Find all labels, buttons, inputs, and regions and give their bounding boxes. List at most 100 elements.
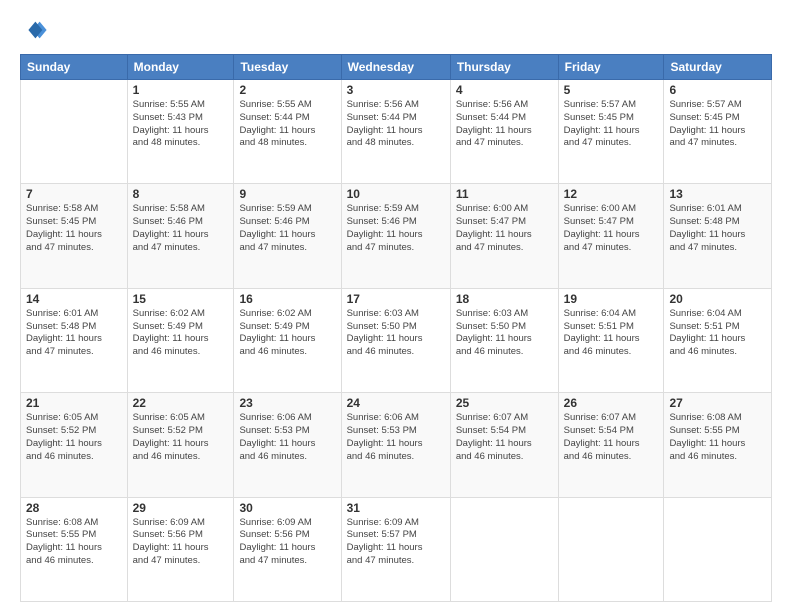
day-info: Sunrise: 5:57 AM Sunset: 5:45 PM Dayligh… — [669, 99, 766, 150]
day-info: Sunrise: 5:57 AM Sunset: 5:45 PM Dayligh… — [564, 99, 659, 150]
day-number: 25 — [456, 396, 553, 410]
calendar-week-row: 14 Sunrise: 6:01 AM Sunset: 5:48 PM Dayli… — [21, 288, 772, 392]
day-info: Sunrise: 6:06 AM Sunset: 5:53 PM Dayligh… — [347, 412, 445, 463]
day-info: Sunrise: 6:00 AM Sunset: 5:47 PM Dayligh… — [456, 203, 553, 254]
calendar-cell: 21 Sunrise: 6:05 AM Sunset: 5:52 PM Dayli… — [21, 393, 128, 497]
day-number: 22 — [133, 396, 229, 410]
day-number: 13 — [669, 187, 766, 201]
calendar-cell: 23 Sunrise: 6:06 AM Sunset: 5:53 PM Dayli… — [234, 393, 341, 497]
weekday-header-friday: Friday — [558, 55, 664, 80]
day-info: Sunrise: 6:02 AM Sunset: 5:49 PM Dayligh… — [133, 308, 229, 359]
calendar-cell: 18 Sunrise: 6:03 AM Sunset: 5:50 PM Dayli… — [450, 288, 558, 392]
logo — [20, 16, 52, 44]
weekday-header-sunday: Sunday — [21, 55, 128, 80]
calendar-cell: 11 Sunrise: 6:00 AM Sunset: 5:47 PM Dayli… — [450, 184, 558, 288]
day-info: Sunrise: 6:02 AM Sunset: 5:49 PM Dayligh… — [239, 308, 335, 359]
day-number: 24 — [347, 396, 445, 410]
day-number: 14 — [26, 292, 122, 306]
calendar-week-row: 21 Sunrise: 6:05 AM Sunset: 5:52 PM Dayli… — [21, 393, 772, 497]
calendar-cell: 17 Sunrise: 6:03 AM Sunset: 5:50 PM Dayli… — [341, 288, 450, 392]
header — [20, 16, 772, 44]
day-number: 1 — [133, 83, 229, 97]
calendar-cell: 26 Sunrise: 6:07 AM Sunset: 5:54 PM Dayli… — [558, 393, 664, 497]
day-info: Sunrise: 6:03 AM Sunset: 5:50 PM Dayligh… — [347, 308, 445, 359]
day-info: Sunrise: 6:04 AM Sunset: 5:51 PM Dayligh… — [564, 308, 659, 359]
calendar-cell: 29 Sunrise: 6:09 AM Sunset: 5:56 PM Dayli… — [127, 497, 234, 601]
day-info: Sunrise: 6:00 AM Sunset: 5:47 PM Dayligh… — [564, 203, 659, 254]
calendar-cell: 24 Sunrise: 6:06 AM Sunset: 5:53 PM Dayli… — [341, 393, 450, 497]
calendar-cell: 1 Sunrise: 5:55 AM Sunset: 5:43 PM Daylig… — [127, 80, 234, 184]
calendar-table: SundayMondayTuesdayWednesdayThursdayFrid… — [20, 54, 772, 602]
calendar-cell: 30 Sunrise: 6:09 AM Sunset: 5:56 PM Dayli… — [234, 497, 341, 601]
calendar-page: SundayMondayTuesdayWednesdayThursdayFrid… — [0, 0, 792, 612]
day-number: 30 — [239, 501, 335, 515]
day-number: 17 — [347, 292, 445, 306]
day-info: Sunrise: 6:09 AM Sunset: 5:56 PM Dayligh… — [239, 517, 335, 568]
calendar-cell — [664, 497, 772, 601]
day-number: 11 — [456, 187, 553, 201]
day-info: Sunrise: 6:01 AM Sunset: 5:48 PM Dayligh… — [669, 203, 766, 254]
day-info: Sunrise: 6:05 AM Sunset: 5:52 PM Dayligh… — [26, 412, 122, 463]
calendar-cell: 20 Sunrise: 6:04 AM Sunset: 5:51 PM Dayli… — [664, 288, 772, 392]
calendar-week-row: 1 Sunrise: 5:55 AM Sunset: 5:43 PM Daylig… — [21, 80, 772, 184]
calendar-cell: 4 Sunrise: 5:56 AM Sunset: 5:44 PM Daylig… — [450, 80, 558, 184]
day-info: Sunrise: 5:56 AM Sunset: 5:44 PM Dayligh… — [456, 99, 553, 150]
calendar-cell: 2 Sunrise: 5:55 AM Sunset: 5:44 PM Daylig… — [234, 80, 341, 184]
day-info: Sunrise: 6:09 AM Sunset: 5:56 PM Dayligh… — [133, 517, 229, 568]
calendar-cell: 9Sunrise: 5:59 AM Sunset: 5:46 PM Daylig… — [234, 184, 341, 288]
weekday-header-monday: Monday — [127, 55, 234, 80]
day-info: Sunrise: 6:08 AM Sunset: 5:55 PM Dayligh… — [26, 517, 122, 568]
day-number: 29 — [133, 501, 229, 515]
day-number: 5 — [564, 83, 659, 97]
weekday-header-row: SundayMondayTuesdayWednesdayThursdayFrid… — [21, 55, 772, 80]
calendar-cell: 31 Sunrise: 6:09 AM Sunset: 5:57 PM Dayli… — [341, 497, 450, 601]
day-number: 26 — [564, 396, 659, 410]
day-info: Sunrise: 6:09 AM Sunset: 5:57 PM Dayligh… — [347, 517, 445, 568]
day-info: Sunrise: 6:08 AM Sunset: 5:55 PM Dayligh… — [669, 412, 766, 463]
weekday-header-thursday: Thursday — [450, 55, 558, 80]
calendar-cell — [558, 497, 664, 601]
calendar-cell: 22 Sunrise: 6:05 AM Sunset: 5:52 PM Dayli… — [127, 393, 234, 497]
calendar-cell: 14 Sunrise: 6:01 AM Sunset: 5:48 PM Dayli… — [21, 288, 128, 392]
day-info: Sunrise: 6:06 AM Sunset: 5:53 PM Dayligh… — [239, 412, 335, 463]
calendar-cell: 3 Sunrise: 5:56 AM Sunset: 5:44 PM Daylig… — [341, 80, 450, 184]
calendar-cell: 5 Sunrise: 5:57 AM Sunset: 5:45 PM Daylig… — [558, 80, 664, 184]
day-info: Sunrise: 5:55 AM Sunset: 5:43 PM Dayligh… — [133, 99, 229, 150]
day-number: 27 — [669, 396, 766, 410]
day-number: 16 — [239, 292, 335, 306]
day-number: 21 — [26, 396, 122, 410]
weekday-header-wednesday: Wednesday — [341, 55, 450, 80]
calendar-cell: 6 Sunrise: 5:57 AM Sunset: 5:45 PM Daylig… — [664, 80, 772, 184]
calendar-cell: 7Sunrise: 5:58 AM Sunset: 5:45 PM Daylig… — [21, 184, 128, 288]
calendar-cell: 27 Sunrise: 6:08 AM Sunset: 5:55 PM Dayli… — [664, 393, 772, 497]
calendar-cell — [450, 497, 558, 601]
weekday-header-tuesday: Tuesday — [234, 55, 341, 80]
calendar-cell: 19 Sunrise: 6:04 AM Sunset: 5:51 PM Dayli… — [558, 288, 664, 392]
day-info: Sunrise: 6:03 AM Sunset: 5:50 PM Dayligh… — [456, 308, 553, 359]
day-number: 10 — [347, 187, 445, 201]
day-info: Sunrise: 5:59 AM Sunset: 5:46 PM Dayligh… — [239, 203, 335, 254]
calendar-week-row: 28Sunrise: 6:08 AM Sunset: 5:55 PM Dayli… — [21, 497, 772, 601]
calendar-cell — [21, 80, 128, 184]
day-info: Sunrise: 6:01 AM Sunset: 5:48 PM Dayligh… — [26, 308, 122, 359]
day-number: 31 — [347, 501, 445, 515]
day-info: Sunrise: 6:07 AM Sunset: 5:54 PM Dayligh… — [564, 412, 659, 463]
day-info: Sunrise: 5:55 AM Sunset: 5:44 PM Dayligh… — [239, 99, 335, 150]
calendar-cell: 15Sunrise: 6:02 AM Sunset: 5:49 PM Dayli… — [127, 288, 234, 392]
day-number: 4 — [456, 83, 553, 97]
day-number: 3 — [347, 83, 445, 97]
day-number: 6 — [669, 83, 766, 97]
day-info: Sunrise: 6:04 AM Sunset: 5:51 PM Dayligh… — [669, 308, 766, 359]
day-number: 2 — [239, 83, 335, 97]
day-number: 20 — [669, 292, 766, 306]
day-info: Sunrise: 5:56 AM Sunset: 5:44 PM Dayligh… — [347, 99, 445, 150]
calendar-cell: 12Sunrise: 6:00 AM Sunset: 5:47 PM Dayli… — [558, 184, 664, 288]
day-number: 23 — [239, 396, 335, 410]
calendar-cell: 16 Sunrise: 6:02 AM Sunset: 5:49 PM Dayli… — [234, 288, 341, 392]
calendar-cell: 25Sunrise: 6:07 AM Sunset: 5:54 PM Dayli… — [450, 393, 558, 497]
day-number: 19 — [564, 292, 659, 306]
day-info: Sunrise: 6:05 AM Sunset: 5:52 PM Dayligh… — [133, 412, 229, 463]
day-number: 18 — [456, 292, 553, 306]
calendar-cell: 8Sunrise: 5:58 AM Sunset: 5:46 PM Daylig… — [127, 184, 234, 288]
day-info: Sunrise: 5:58 AM Sunset: 5:45 PM Dayligh… — [26, 203, 122, 254]
